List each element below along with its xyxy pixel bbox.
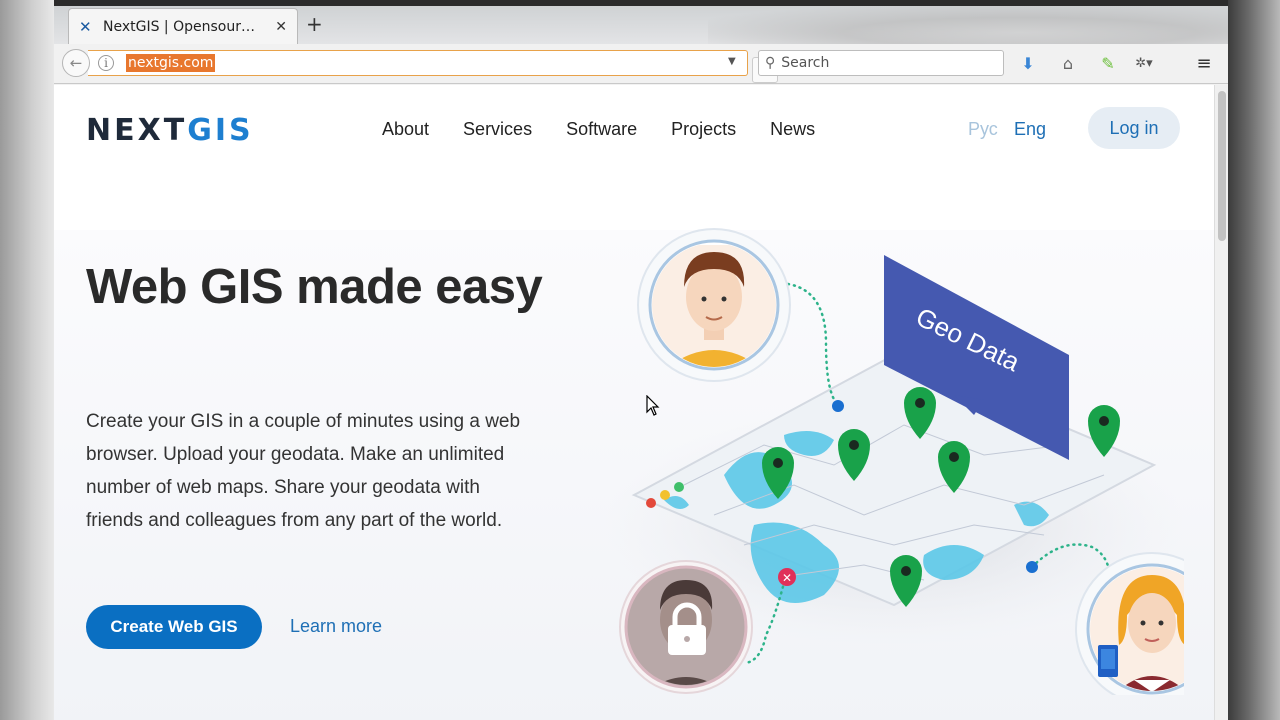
scrollbar-thumb[interactable] (1218, 91, 1226, 241)
tab-strip: ✕ NextGIS | Opensour… ✕ + (54, 0, 1228, 44)
main-nav: About Services Software Projects News (382, 119, 815, 140)
back-arrow-icon[interactable]: ← (62, 49, 90, 77)
lang-russian[interactable]: Рус (968, 119, 998, 140)
logo-suffix: GIS (187, 113, 254, 148)
nav-software[interactable]: Software (566, 119, 637, 140)
search-placeholder: Search (781, 55, 830, 71)
web-page: NEXTGIS About Services Software Projects… (54, 85, 1214, 720)
browser-tab[interactable]: ✕ NextGIS | Opensour… ✕ (68, 8, 298, 44)
extension-dropdown-icon[interactable]: ✲▾ (1132, 52, 1156, 76)
new-tab-plus-icon[interactable]: + (306, 13, 323, 35)
logo-prefix: NEXT (86, 113, 188, 148)
learn-more-link[interactable]: Learn more (290, 616, 382, 637)
mouse-cursor-icon (646, 395, 660, 416)
hero-description: Create your GIS in a couple of minutes u… (86, 411, 521, 531)
hero-title: Web GIS made easy (86, 260, 543, 314)
search-input[interactable]: ⚲ Search (758, 50, 1004, 76)
download-arrow-icon[interactable]: ⬇ (1016, 52, 1040, 76)
tab-title: NextGIS | Opensour… (103, 18, 255, 35)
home-icon[interactable]: ⌂ (1056, 52, 1080, 76)
search-icon: ⚲ (765, 55, 776, 71)
geo-data-illustration: Geo Data ✕ (604, 228, 1184, 695)
window-dot-red (646, 498, 656, 508)
nav-about[interactable]: About (382, 119, 429, 140)
create-web-gis-button[interactable]: Create Web GIS (86, 605, 262, 649)
nextgis-favicon-icon: ✕ (79, 17, 92, 36)
hamburger-menu-icon[interactable]: ≡ (1192, 52, 1216, 76)
denied-x-glyph: ✕ (782, 571, 792, 585)
extension-pen-icon[interactable]: ✎ (1096, 52, 1120, 76)
close-tab-icon[interactable]: ✕ (275, 19, 287, 35)
connector-node (1026, 561, 1038, 573)
nextgis-logo[interactable]: NEXTGIS (86, 113, 254, 148)
navigation-toolbar: i nextgis.com ▼ ↻ ← ⚲ Search ⬇ ⌂ ✎ ✲▾ ≡ (54, 44, 1228, 84)
desktop-background-left (0, 0, 54, 720)
address-bar[interactable]: i nextgis.com ▼ ↻ (88, 50, 778, 83)
window-dot-yellow (660, 490, 670, 500)
login-button[interactable]: Log in (1088, 107, 1180, 149)
page-scrollbar[interactable] (1214, 85, 1228, 720)
info-icon[interactable]: i (98, 55, 114, 71)
connector-node (832, 400, 844, 412)
desktop-background-right (1228, 0, 1280, 720)
locked-user-avatar (619, 560, 753, 694)
nav-projects[interactable]: Projects (671, 119, 736, 140)
lang-english[interactable]: Eng (1014, 119, 1046, 140)
browser-window: ✕ NextGIS | Opensour… ✕ + i nextgis.com … (54, 0, 1228, 720)
user-avatar-man (637, 228, 791, 382)
url-text[interactable]: nextgis.com (126, 54, 216, 72)
nav-news[interactable]: News (770, 119, 815, 140)
nav-services[interactable]: Services (463, 119, 532, 140)
url-history-dropdown-icon[interactable]: ▼ (728, 56, 736, 67)
window-dot-green (674, 482, 684, 492)
